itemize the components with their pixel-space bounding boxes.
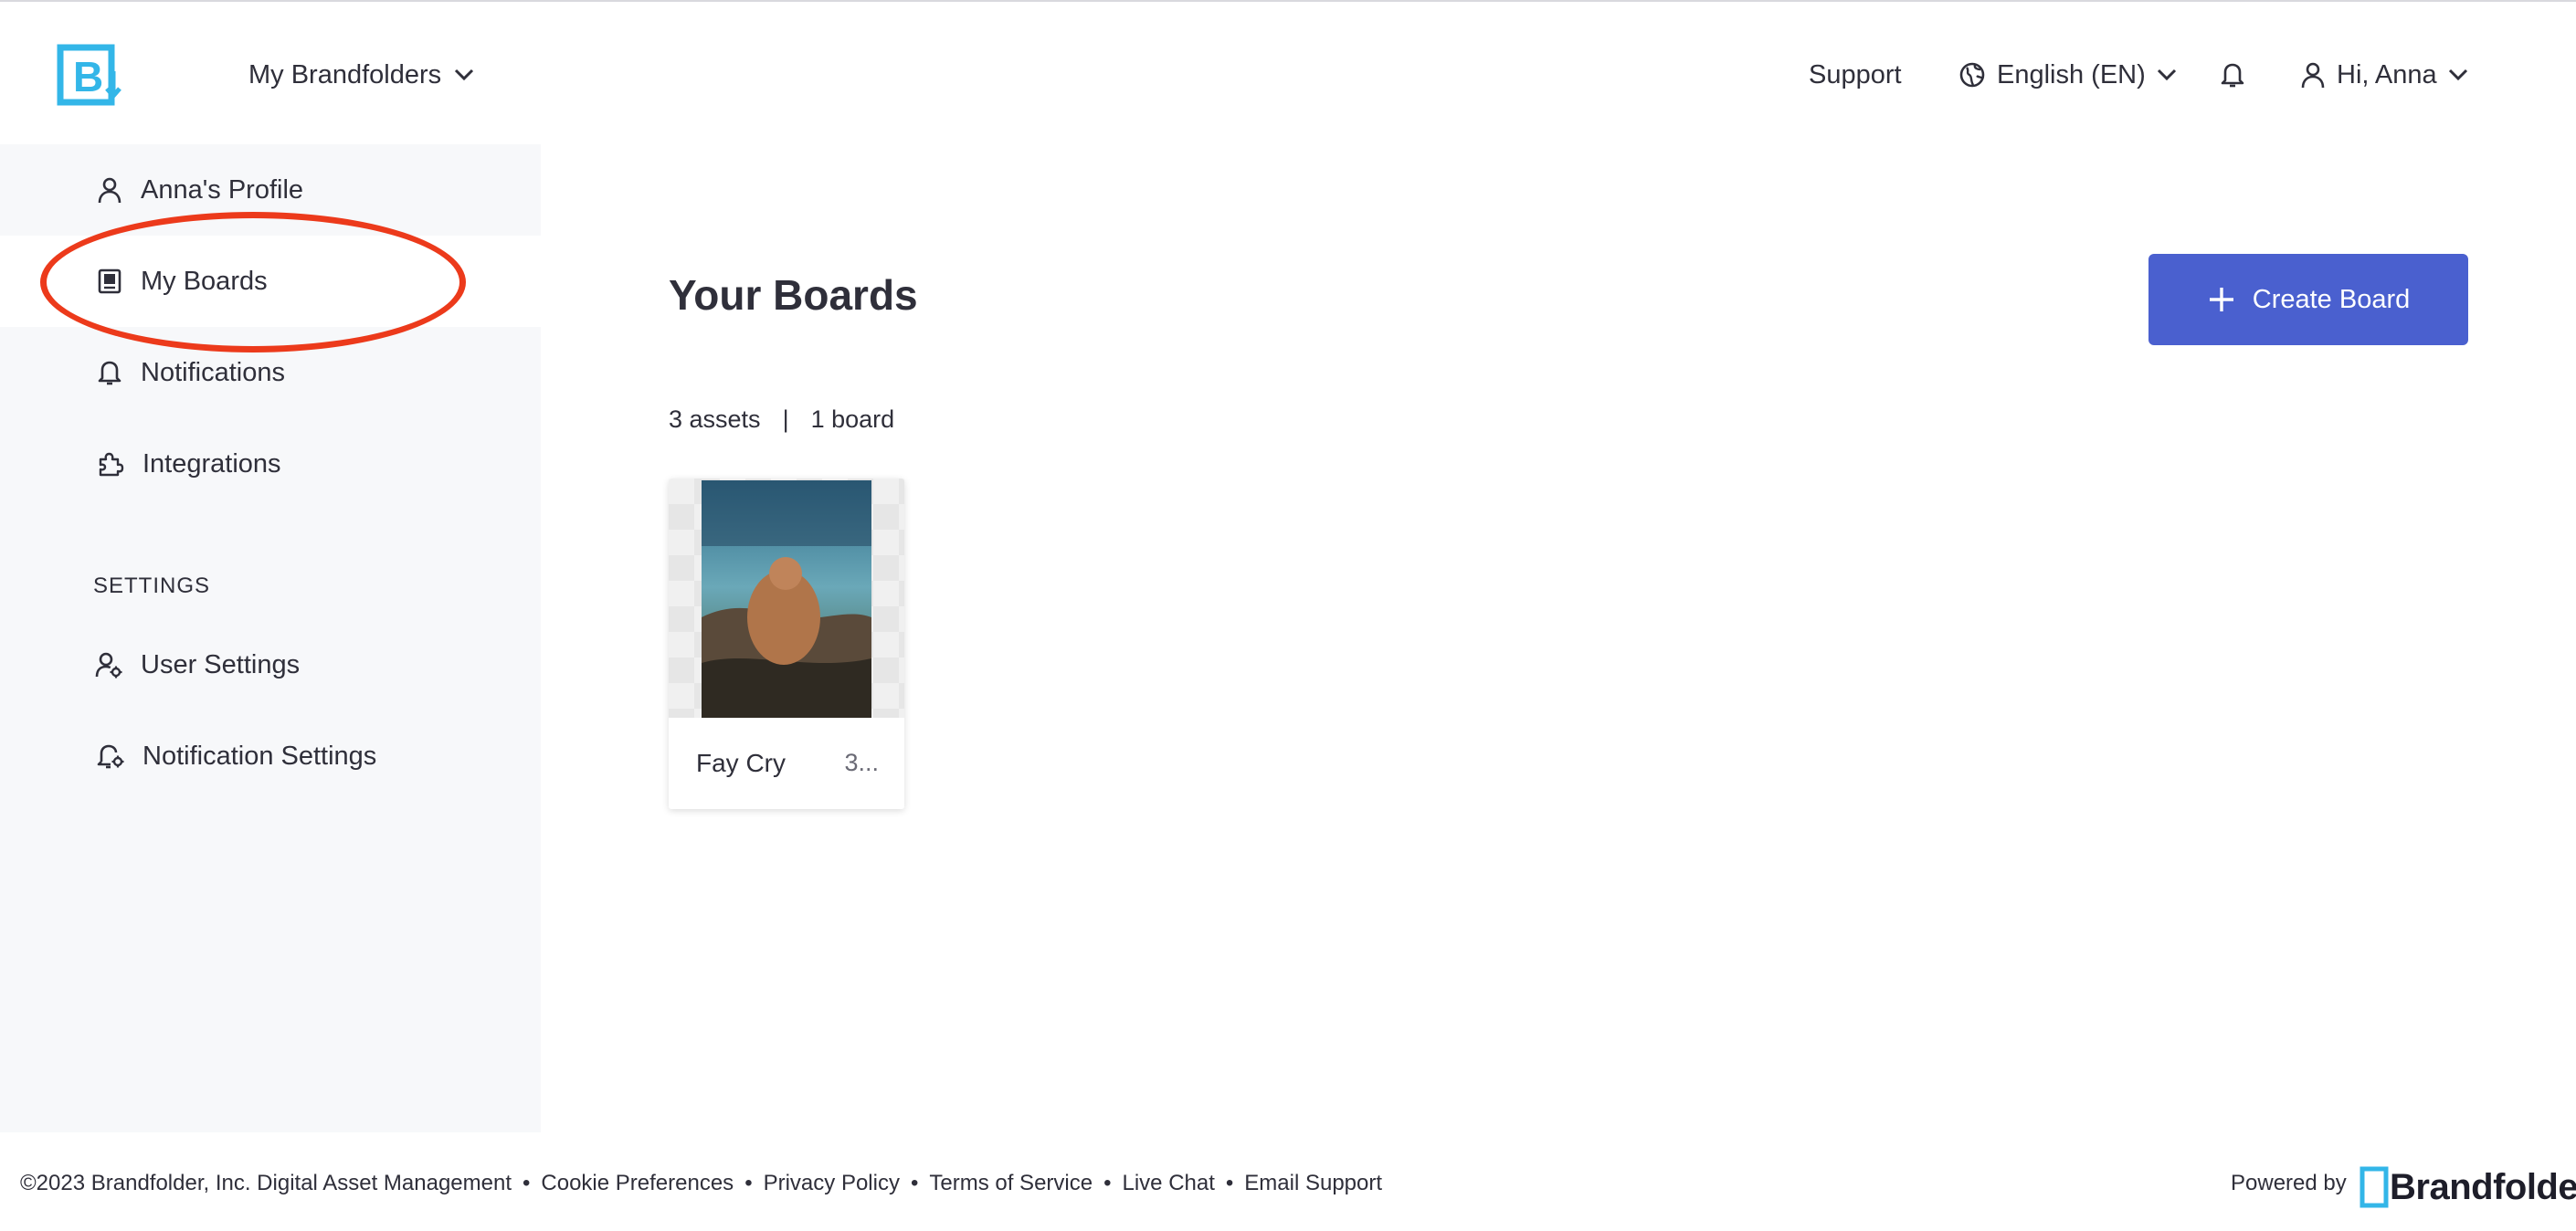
svg-text:B: B (73, 53, 103, 100)
brandfolder-wordmark: Brandfolder (2390, 1166, 2576, 1207)
page-title: Your Boards (669, 271, 918, 319)
board-thumbnail-image (702, 480, 871, 718)
chevron-down-icon (2448, 68, 2467, 81)
header: B My Brandfolders Support English (EN) H… (0, 2, 2576, 144)
footer-dot: • (1103, 1171, 1112, 1195)
bell-icon (2221, 63, 2244, 88)
my-brandfolders-dropdown[interactable]: My Brandfolders (248, 53, 474, 97)
footer-link-terms-of-service[interactable]: Terms of Service (929, 1171, 1093, 1196)
sidebar-item-user-settings[interactable]: User Settings (0, 619, 541, 710)
sidebar-item-notifications[interactable]: Notifications (0, 327, 541, 418)
sidebar-item-label: Notifications (141, 357, 285, 387)
sidebar-item-integrations[interactable]: Integrations (0, 418, 541, 510)
person-icon (98, 177, 121, 204)
board-card[interactable]: Fay Cry 3... (669, 479, 904, 809)
chevron-down-icon (2157, 68, 2176, 81)
create-board-label: Create Board (2252, 284, 2411, 314)
sidebar-item-label: My Boards (141, 266, 268, 296)
sidebar-item-label: Notification Settings (143, 741, 377, 771)
brandfolder-wordmark-link[interactable]: Brandfolder (2359, 1165, 2576, 1209)
footer-link-privacy-policy[interactable]: Privacy Policy (764, 1171, 900, 1196)
chevron-down-icon (455, 68, 474, 81)
board-icon (98, 268, 121, 294)
counts-separator: | (782, 405, 789, 433)
sidebar-item-label: User Settings (141, 649, 301, 679)
footer-links: ©2023 Brandfolder, Inc. Digital Asset Ma… (20, 1171, 1382, 1196)
footer-link-live-chat[interactable]: Live Chat (1123, 1171, 1215, 1196)
user-gear-icon (95, 652, 122, 679)
sidebar-item-my-boards[interactable]: My Boards (0, 236, 541, 327)
footer-dot: • (523, 1171, 531, 1195)
footer-link-email-support[interactable]: Email Support (1244, 1171, 1382, 1196)
sidebar-item-notification-settings[interactable]: Notification Settings (0, 710, 541, 802)
board-name: Fay Cry (696, 749, 786, 777)
support-label: Support (1809, 59, 1902, 89)
user-greeting: Hi, Anna (2337, 59, 2437, 89)
create-board-button[interactable]: Create Board (2148, 254, 2468, 345)
sidebar-item-label: Anna's Profile (141, 174, 304, 205)
support-link[interactable]: Support (1809, 53, 1902, 97)
person-icon (2301, 62, 2325, 89)
language-label: English (EN) (1997, 59, 2146, 89)
sidebar: Anna's Profile My Boards Notifications I… (0, 144, 541, 1132)
sidebar-item-label: Integrations (143, 448, 281, 479)
powered-by-label: Powered by (2231, 1171, 2347, 1195)
footer-dot: • (1225, 1171, 1234, 1195)
assets-count: 3 assets (669, 405, 761, 433)
bell-gear-icon (97, 744, 124, 769)
footer-dot: • (910, 1171, 919, 1195)
board-thumbnail-area (669, 479, 904, 718)
board-counts: 3 assets | 1 board (669, 405, 894, 434)
settings-heading: SETTINGS (93, 573, 211, 598)
notifications-bell-button[interactable] (2220, 53, 2245, 97)
footer-copyright[interactable]: ©2023 Brandfolder, Inc. Digital Asset Ma… (20, 1171, 512, 1196)
sidebar-item-profile[interactable]: Anna's Profile (0, 144, 541, 236)
user-menu-dropdown[interactable]: Hi, Anna (2300, 53, 2468, 97)
brandfolder-logo-icon[interactable]: B (57, 44, 122, 106)
bell-icon (98, 361, 121, 385)
plus-icon (2209, 288, 2233, 311)
board-asset-count: 3... (844, 749, 879, 776)
footer-link-cookie-preferences[interactable]: Cookie Preferences (541, 1171, 734, 1196)
language-dropdown[interactable]: English (EN) (1958, 53, 2177, 97)
my-brandfolders-label: My Brandfolders (248, 59, 442, 89)
puzzle-icon (99, 452, 124, 477)
footer-dot: • (744, 1171, 753, 1195)
footer: ©2023 Brandfolder, Inc. Digital Asset Ma… (0, 1132, 2576, 1231)
boards-count: 1 board (810, 405, 895, 433)
globe-icon (1959, 62, 1985, 88)
